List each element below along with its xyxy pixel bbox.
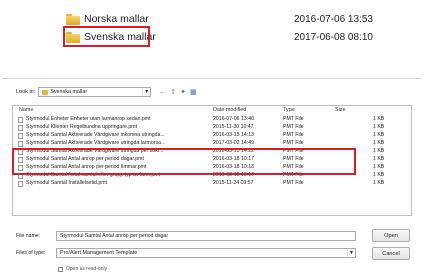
file-date: 2015-11-24 09:57 <box>213 180 254 186</box>
folder-icon <box>66 13 80 25</box>
file-date: 2015-11-30 10:47 <box>213 124 254 130</box>
chevron-down-icon: ▼ <box>347 249 355 257</box>
file-type: PMT File <box>283 180 304 186</box>
file-name: Styrmodul Samtal Aktiverade Vårdgivare u… <box>26 140 166 146</box>
file-row[interactable]: Styrmodul Samtal Inställelsetid.pmt 2015… <box>17 180 407 188</box>
read-only-checkbox[interactable]: Open as read-only <box>58 266 107 272</box>
file-type: PMT File <box>283 116 304 122</box>
up-folder-icon[interactable]: ⇧ <box>170 88 176 97</box>
file-type-dropdown[interactable]: Pro/Alert Management Template ▼ <box>56 248 356 258</box>
new-folder-icon[interactable]: ✦ <box>180 88 186 97</box>
folder-date: 2016-07-06 13:53 <box>294 13 373 25</box>
look-in-bar: Look in: Svenska mallar ▼ ← ⇧ ✦ ▦ <box>16 87 197 97</box>
file-size: 1 KB <box>373 156 385 162</box>
file-date: 2016-07-06 13:40 <box>213 116 254 122</box>
column-type[interactable]: Type <box>283 107 295 113</box>
read-only-label: Open as read-only <box>66 266 108 272</box>
document-icon <box>18 117 23 123</box>
column-header: Name Date modified Type Size <box>17 107 407 115</box>
folder-date: 2017-06-08 08:10 <box>294 31 373 43</box>
file-name-value: Styrmodul Samtal Antal anrop per period … <box>60 233 169 239</box>
file-row[interactable]: Styrmodul Enheter Enheter utan larmanrop… <box>17 116 407 124</box>
file-name: Styrmodul Enheter Enheter utan larmanrop… <box>26 116 151 122</box>
file-type: PMT File <box>283 140 304 146</box>
look-in-value: Svenska mallar <box>50 89 88 95</box>
file-name: Styrmodul Samtal Aktiverade Vårdgivare i… <box>26 132 165 138</box>
file-size: 1 KB <box>373 124 385 130</box>
file-date: 2016-03-15 14:13 <box>213 132 254 138</box>
file-type: PMT File <box>283 132 304 138</box>
file-size: 1 KB <box>373 116 385 122</box>
view-menu-icon[interactable]: ▦ <box>190 88 197 97</box>
file-size: 1 KB <box>373 172 385 178</box>
file-size: 1 KB <box>373 164 385 170</box>
open-file-dialog: Look in: Svenska mallar ▼ ← ⇧ ✦ ▦ Name D… <box>2 78 421 273</box>
file-row[interactable]: Styrmodul Klienter Regelbundna uppringar… <box>17 124 407 132</box>
look-in-dropdown[interactable]: Svenska mallar ▼ <box>38 87 152 97</box>
file-size: 1 KB <box>373 132 385 138</box>
file-type-label: Files of type: <box>16 250 46 256</box>
highlight-box-folder <box>63 26 150 47</box>
look-in-label: Look in: <box>16 89 36 95</box>
folder-icon <box>42 89 49 95</box>
folder-name: Norska mallar <box>84 13 149 25</box>
highlight-box-files <box>12 148 356 175</box>
open-button[interactable]: Open <box>372 229 410 242</box>
file-row[interactable]: Styrmodul Samtal Aktiverade Vårdgivare u… <box>17 140 407 148</box>
back-icon[interactable]: ← <box>159 88 166 97</box>
file-size: 1 KB <box>373 140 385 146</box>
column-date[interactable]: Date modified <box>213 107 246 113</box>
document-icon <box>18 125 23 131</box>
file-name: Styrmodul Samtal Inställelsetid.pmt <box>26 180 108 186</box>
file-type-value: Pro/Alert Management Template <box>60 250 138 256</box>
file-size: 1 KB <box>373 148 385 154</box>
column-name[interactable]: Name <box>19 107 33 113</box>
file-date: 2017-03-02 14:49 <box>213 140 254 146</box>
document-icon <box>18 181 23 187</box>
toolbar: ← ⇧ ✦ ▦ <box>159 88 196 97</box>
file-row[interactable]: Styrmodul Samtal Aktiverade Vårdgivare i… <box>17 132 407 140</box>
column-size[interactable]: Size <box>335 107 346 113</box>
document-icon <box>18 133 23 139</box>
file-name: Styrmodul Klienter Regelbundna uppringar… <box>26 124 138 130</box>
file-name-input[interactable]: Styrmodul Samtal Antal anrop per period … <box>56 231 356 241</box>
checkbox-box <box>58 266 63 272</box>
document-icon <box>18 141 23 147</box>
file-type: PMT File <box>283 124 304 130</box>
file-name-label: File name: <box>16 233 41 239</box>
chevron-down-icon: ▼ <box>142 88 150 96</box>
cancel-button[interactable]: Cancel <box>372 247 410 260</box>
file-size: 1 KB <box>373 180 385 186</box>
